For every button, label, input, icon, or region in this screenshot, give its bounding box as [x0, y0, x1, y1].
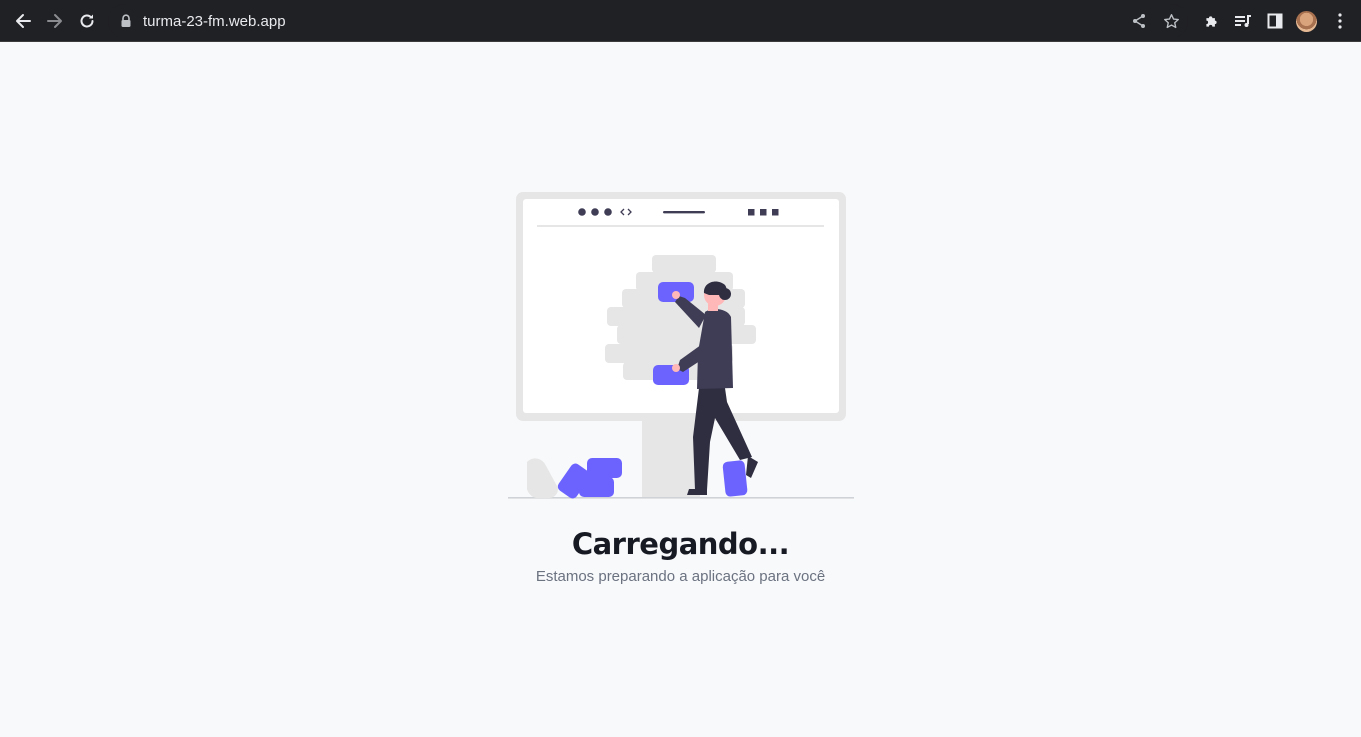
side-panel-button[interactable]	[1261, 7, 1289, 35]
loading-subtitle: Estamos preparando a aplicação para você	[535, 568, 826, 585]
arrow-left-icon	[16, 14, 31, 28]
extensions-button[interactable]	[1197, 7, 1225, 35]
page-content: Carregando... Estamos preparando a aplic…	[0, 42, 1361, 737]
media-queue-icon	[1235, 15, 1251, 27]
kebab-menu-icon	[1338, 13, 1342, 29]
star-icon	[1163, 13, 1179, 28]
arrow-right-icon	[47, 14, 62, 28]
lock-icon	[120, 14, 132, 33]
address-bar[interactable]: turma-23-fm.web.app	[108, 4, 1188, 38]
profile-avatar[interactable]	[1296, 11, 1317, 32]
puzzle-icon	[1205, 15, 1217, 27]
share-button[interactable]	[1125, 7, 1153, 35]
share-icon	[1133, 14, 1145, 28]
bookmark-button[interactable]	[1157, 7, 1185, 35]
back-button[interactable]	[9, 7, 37, 35]
loading-title: Carregando...	[571, 527, 790, 561]
reload-button[interactable]	[73, 7, 101, 35]
menu-button[interactable]	[1326, 7, 1354, 35]
reload-icon	[80, 14, 94, 28]
forward-button[interactable]	[41, 7, 69, 35]
building-website-illustration	[508, 192, 854, 499]
media-button[interactable]	[1229, 7, 1257, 35]
browser-toolbar: turma-23-fm.web.app	[0, 0, 1361, 42]
side-panel-icon	[1267, 13, 1283, 29]
url-text[interactable]: turma-23-fm.web.app	[143, 13, 286, 30]
